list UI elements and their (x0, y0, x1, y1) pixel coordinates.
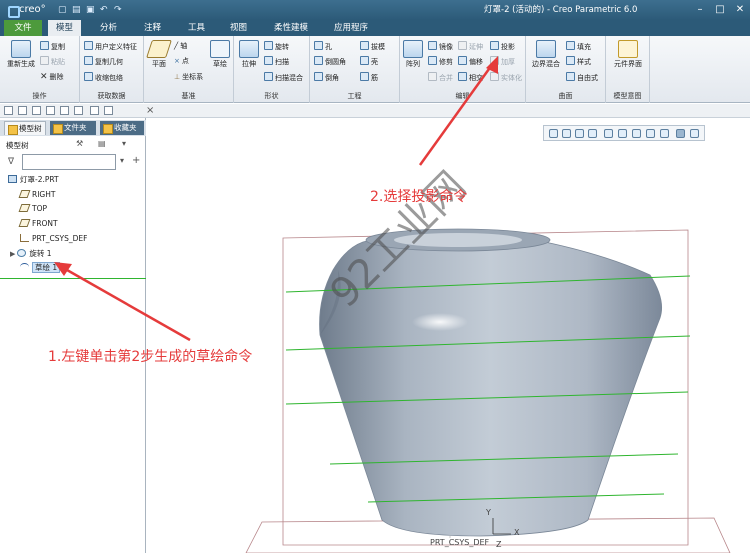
axis-x-label: X (514, 528, 520, 537)
specular-highlight (412, 313, 468, 331)
csys-label: PRT_CSYS_DEF (430, 538, 490, 547)
annotation-step-1: 1.左键单击第2步生成的草绘命令 (48, 349, 253, 365)
annotation-arrowhead-1 (54, 262, 72, 276)
annotation-step-2: 2.选择投影命令 (370, 189, 468, 205)
axis-y-label: Y (486, 508, 491, 517)
annotation-arrow-1 (59, 264, 191, 342)
annotation-arrow-2 (418, 61, 496, 166)
axis-z-label: Z (496, 540, 502, 549)
